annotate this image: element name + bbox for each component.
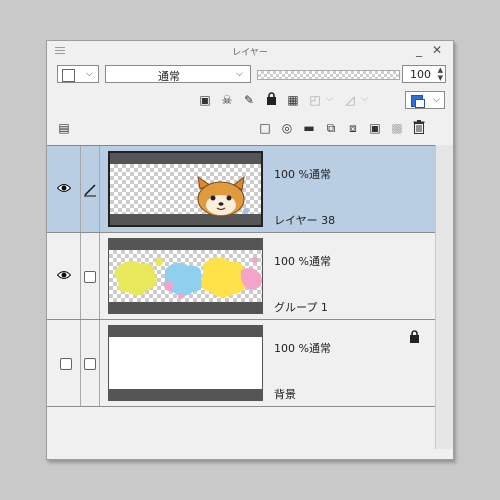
lock-transparent-pixels-icon[interactable]: ▦ xyxy=(285,92,301,108)
panel-titlebar: レイヤー _ ✕ xyxy=(47,41,453,61)
layer-panel: レイヤー _ ✕ ⌵ 通常 ⌵ 100 ▲▼ ▣ ☠ ✎ ▦ ◰ ⌵ ◿ ⌵ xyxy=(46,40,454,460)
layer-color-dropdown[interactable]: ⌵ xyxy=(405,91,445,109)
layer-row[interactable]: 100 %通常 背景 xyxy=(47,320,435,407)
delete-layer-icon[interactable] xyxy=(411,120,427,136)
layer-opacity-blend: 100 %通常 xyxy=(274,168,331,181)
minimize-button[interactable]: _ xyxy=(416,43,422,57)
paint-splatter-illustration xyxy=(114,257,262,299)
lock-icon[interactable] xyxy=(263,92,279,108)
draft-layer-icon[interactable]: ✎ xyxy=(241,92,257,108)
layer-name: グループ 1 xyxy=(274,301,328,314)
reference-layer-icon[interactable]: ☠ xyxy=(219,92,235,108)
opacity-stepper-icon[interactable]: ▲ ▼ xyxy=(438,66,443,82)
chevron-down-icon: ⌵ xyxy=(236,69,243,79)
transfer-to-lower-layer-icon[interactable]: ⧉ xyxy=(323,120,339,136)
blend-mode-value: 通常 xyxy=(158,70,180,83)
chevron-down-icon: ⌵ xyxy=(86,69,93,79)
layer-subcolor-swatch xyxy=(415,99,425,108)
panel-title: レイヤー xyxy=(232,48,268,58)
layer-list: 100 %通常 レイヤー 38 100 %通常 グループ 1 100 %通常 背… xyxy=(47,145,435,450)
mask-options-icon[interactable]: ◰ xyxy=(307,92,323,108)
eye-icon[interactable] xyxy=(56,269,72,283)
chevron-down-icon: ⌵ xyxy=(433,95,440,105)
lock-icon xyxy=(409,328,420,343)
layer-thumbnail xyxy=(108,238,263,314)
shiba-dog-illustration xyxy=(197,175,249,217)
opacity-value: 100 xyxy=(410,68,431,81)
new-folder-icon[interactable]: ▬ xyxy=(301,120,317,136)
opacity-input[interactable]: 100 ▲ ▼ xyxy=(402,65,446,83)
apply-mask-icon[interactable]: ▩ xyxy=(389,120,405,136)
editing-target-checkbox[interactable] xyxy=(84,271,96,283)
layer-row[interactable]: 100 %通常 グループ 1 xyxy=(47,233,435,320)
new-raster-layer-icon[interactable]: □ xyxy=(257,120,273,136)
chevron-down-icon: ⌵ xyxy=(361,94,368,104)
expression-color-swatch xyxy=(62,69,75,82)
layer-commands-toolbar: ▤ □ ◎ ▬ ⧉ ⧈ ▣ ▩ xyxy=(47,119,453,137)
chevron-down-icon: ⌵ xyxy=(326,94,333,104)
layer-list-menu-icon[interactable]: ▤ xyxy=(56,120,72,136)
create-layer-mask-icon[interactable]: ▣ xyxy=(367,120,383,136)
layer-thumbnail xyxy=(108,325,263,401)
eye-icon[interactable] xyxy=(56,182,72,196)
close-button[interactable]: ✕ xyxy=(432,43,442,57)
layer-opacity-blend: 100 %通常 xyxy=(274,255,331,268)
blend-opacity-row: ⌵ 通常 ⌵ 100 ▲ ▼ xyxy=(47,65,453,85)
new-vector-layer-icon[interactable]: ◎ xyxy=(279,120,295,136)
layer-thumbnail xyxy=(108,151,263,227)
opacity-slider[interactable] xyxy=(257,70,400,80)
editing-target-checkbox[interactable] xyxy=(84,358,96,370)
visibility-checkbox[interactable] xyxy=(60,358,72,370)
layer-row[interactable]: 100 %通常 レイヤー 38 xyxy=(47,146,435,233)
editing-pen-icon xyxy=(83,182,97,201)
expression-color-dropdown[interactable]: ⌵ xyxy=(57,65,99,83)
layer-name: 背景 xyxy=(274,388,296,401)
combine-layers-icon[interactable]: ⧈ xyxy=(345,120,361,136)
layer-name: レイヤー 38 xyxy=(274,214,336,227)
layer-attributes-toolbar: ▣ ☠ ✎ ▦ ◰ ⌵ ◿ ⌵ ⌵ xyxy=(47,91,453,109)
layer-opacity-blend: 100 %通常 xyxy=(274,342,331,355)
layer-list-scrollbar[interactable] xyxy=(435,145,453,449)
blend-mode-dropdown[interactable]: 通常 ⌵ xyxy=(105,65,251,83)
ruler-options-icon[interactable]: ◿ xyxy=(342,92,358,108)
clip-to-lower-layer-icon[interactable]: ▣ xyxy=(197,92,213,108)
